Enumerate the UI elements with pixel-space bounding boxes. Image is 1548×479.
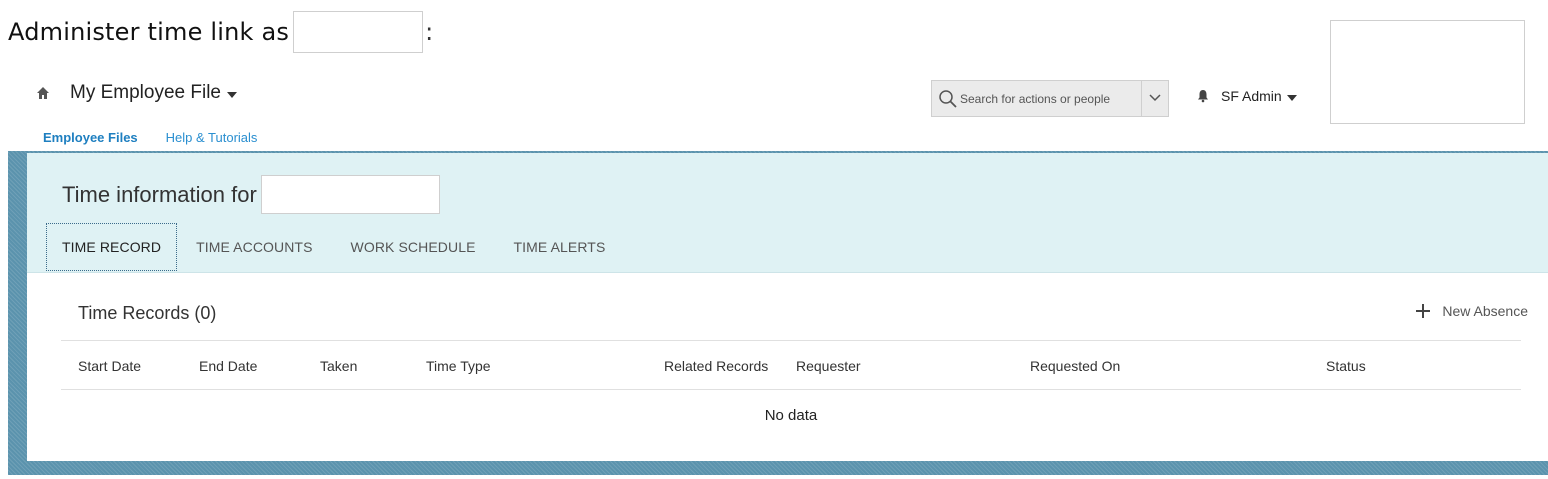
bell-icon[interactable] (1196, 89, 1210, 103)
time-records-table: Start Date End Date Taken Time Type Rela… (61, 340, 1521, 424)
caption-row: Administer time link as : (8, 10, 433, 54)
home-icon[interactable] (36, 86, 50, 100)
caret-down-icon (227, 91, 237, 98)
column-header-taken[interactable]: Taken (320, 358, 357, 374)
sub-nav: Employee Files Help & Tutorials (43, 130, 285, 145)
redacted-employee-name (260, 175, 440, 214)
search-divider (1141, 81, 1142, 116)
caption-colon: : (425, 18, 434, 46)
tab-time-alerts[interactable]: TIME ALERTS (495, 223, 625, 271)
time-tabs: TIME RECORD TIME ACCOUNTS WORK SCHEDULE … (46, 223, 624, 272)
search-icon (939, 89, 957, 108)
subnav-employee-files[interactable]: Employee Files (43, 130, 138, 145)
top-bar: My Employee File Search for actions or p… (0, 76, 1548, 117)
column-header-requester[interactable]: Requester (796, 358, 861, 374)
chevron-down-icon[interactable] (1148, 90, 1162, 104)
column-header-end-date[interactable]: End Date (199, 358, 257, 374)
caret-down-icon (1286, 94, 1297, 101)
new-absence-label: New Absence (1442, 303, 1528, 319)
column-header-time-type[interactable]: Time Type (426, 358, 491, 374)
column-header-requested-on[interactable]: Requested On (1030, 358, 1120, 374)
column-header-status[interactable]: Status (1326, 358, 1366, 374)
time-header-band: Time information for TIME RECORD TIME AC… (27, 153, 1548, 273)
column-header-start-date[interactable]: Start Date (78, 358, 141, 374)
tab-work-schedule[interactable]: WORK SCHEDULE (332, 223, 495, 271)
empty-state-text: No data (764, 407, 818, 424)
column-header-related-records[interactable]: Related Records (664, 358, 768, 374)
search-input[interactable]: Search for actions or people (960, 92, 1110, 106)
time-records-title: Time Records (0) (78, 303, 217, 323)
time-panel: Time information for TIME RECORD TIME AC… (27, 153, 1548, 461)
redacted-name-box (293, 11, 424, 53)
tab-time-accounts[interactable]: TIME ACCOUNTS (177, 223, 331, 271)
employee-file-title: My Employee File (70, 82, 221, 103)
new-absence-button[interactable]: New Absence (1415, 303, 1528, 319)
subnav-help-tutorials[interactable]: Help & Tutorials (166, 130, 258, 145)
time-info-heading: Time information for (62, 175, 440, 214)
plus-icon (1416, 304, 1431, 318)
table-header-row: Start Date End Date Taken Time Type Rela… (61, 340, 1521, 390)
user-menu[interactable]: SF Admin (1221, 88, 1297, 104)
tab-time-record[interactable]: TIME RECORD (46, 223, 178, 271)
caption-text: Administer time link as (8, 18, 290, 46)
employee-file-menu[interactable]: My Employee File (70, 82, 237, 104)
time-info-label: Time information for (62, 181, 257, 207)
content-frame: Time information for TIME RECORD TIME AC… (8, 151, 1548, 475)
user-name: SF Admin (1221, 88, 1282, 104)
search-box[interactable]: Search for actions or people (931, 80, 1169, 117)
